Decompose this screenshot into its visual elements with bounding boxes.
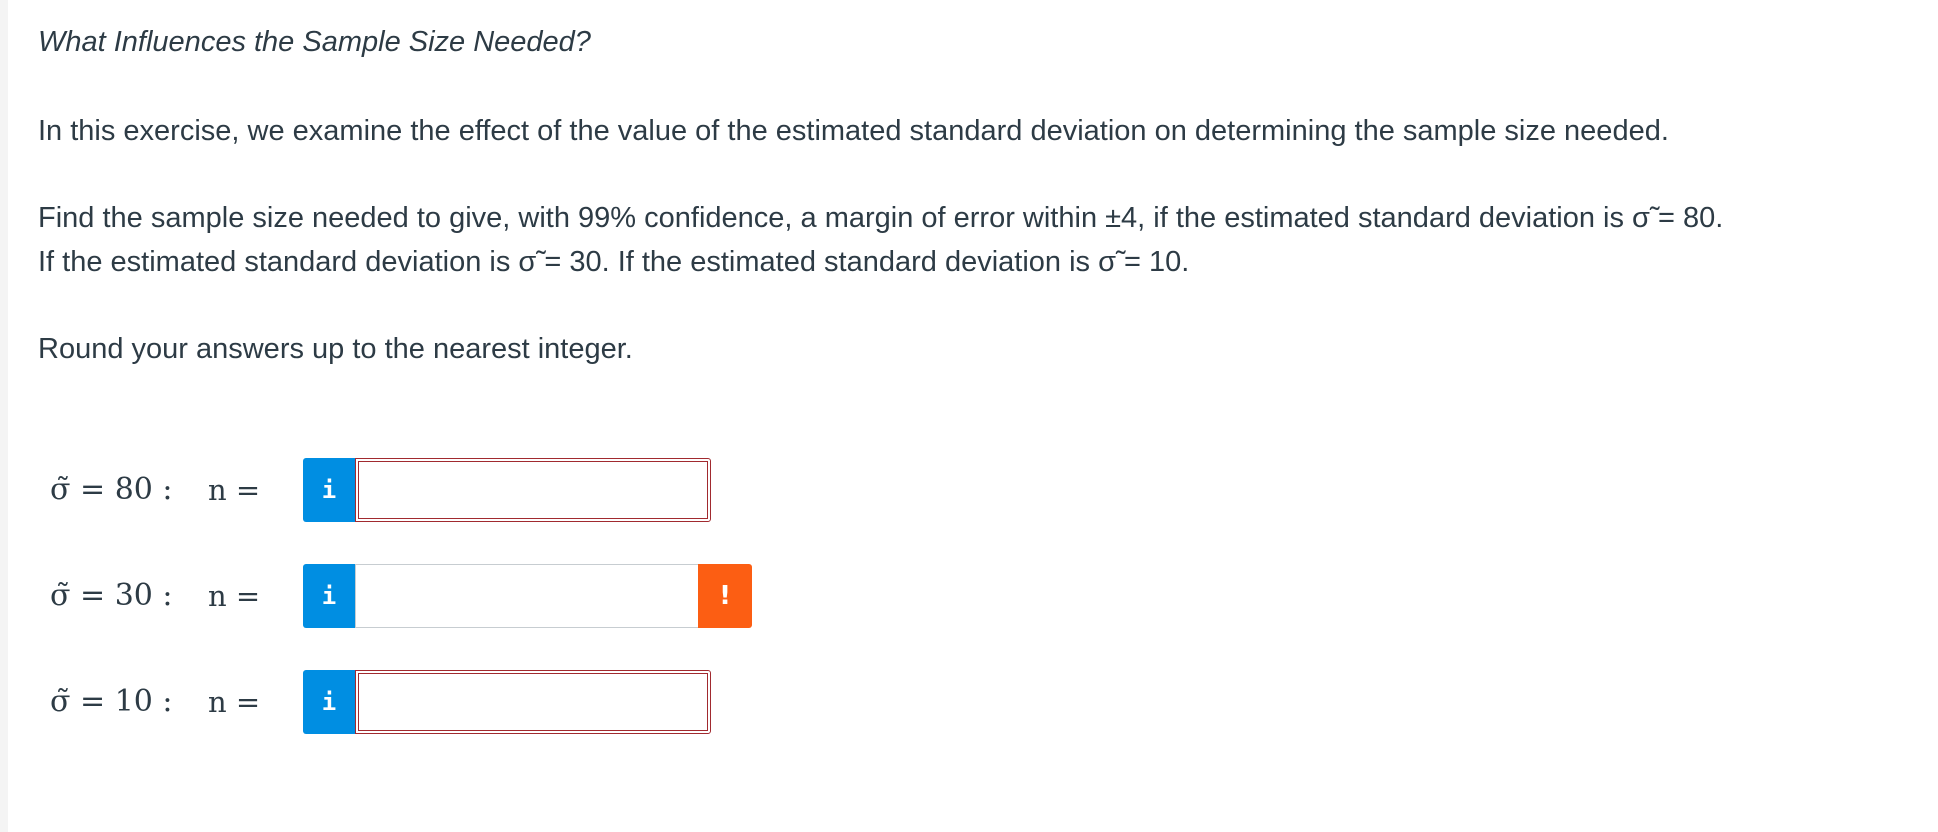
answer-input-sigma-10[interactable] xyxy=(355,670,711,734)
info-icon[interactable]: i xyxy=(303,458,355,522)
question-intro: In this exercise, we examine the effect … xyxy=(38,115,1669,147)
n-label-30: n = xyxy=(208,579,261,613)
sigma-label-30: σ̃ = 30 : xyxy=(50,578,173,613)
sigma-label-80: σ̃ = 80 : xyxy=(50,472,173,507)
answer-input-sigma-80[interactable] xyxy=(355,458,711,522)
question-panel: What Influences the Sample Size Needed? … xyxy=(8,0,1938,832)
info-icon[interactable]: i xyxy=(303,564,355,628)
info-icon[interactable]: i xyxy=(303,670,355,734)
exclamation-icon[interactable]: ! xyxy=(698,564,752,628)
answer-input-sigma-30[interactable] xyxy=(355,564,698,628)
rounding-instruction: Round your answers up to the nearest int… xyxy=(38,333,633,365)
sigma-label-10: σ̃ = 10 : xyxy=(50,684,173,719)
n-label-10: n = xyxy=(208,685,261,719)
question-prompt: Find the sample size needed to give, wit… xyxy=(38,196,1723,284)
question-prompt-line-2: If the estimated standard deviation is σ… xyxy=(38,246,1190,278)
n-label-80: n = xyxy=(208,473,261,507)
question-prompt-line-1: Find the sample size needed to give, wit… xyxy=(38,202,1724,234)
question-title: What Influences the Sample Size Needed? xyxy=(38,26,591,58)
